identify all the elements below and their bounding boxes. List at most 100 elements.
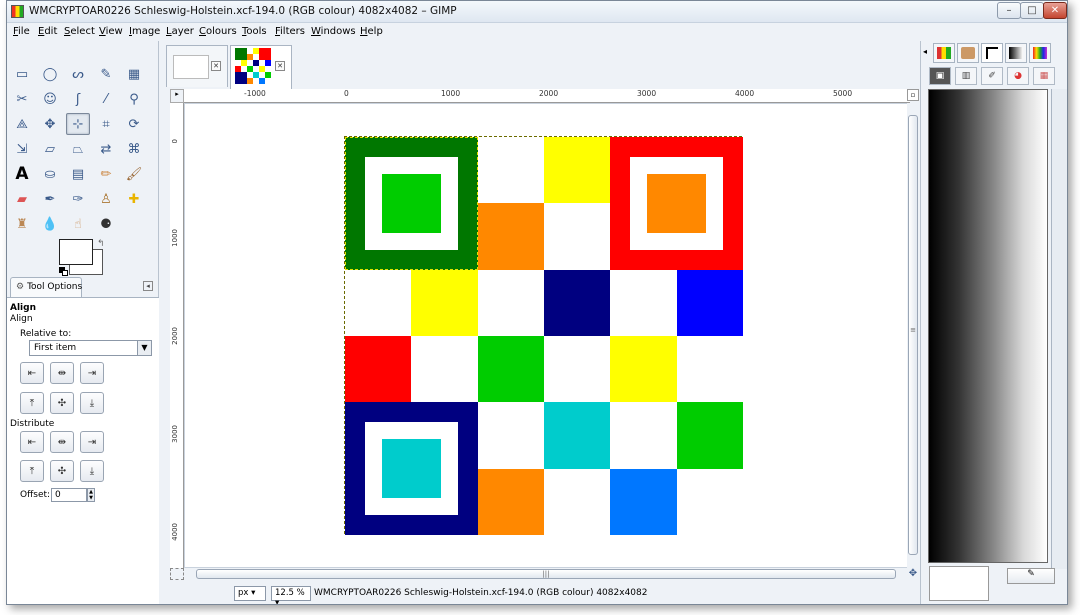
menu-layer[interactable]: Layer: [166, 26, 194, 37]
select-by-colour-tool-icon[interactable]: ▦: [122, 63, 146, 85]
flip-tool-icon[interactable]: ⇄: [94, 138, 118, 160]
paths-tool-icon[interactable]: ʃ: [66, 88, 90, 110]
blend-tool-icon[interactable]: ▤: [66, 163, 90, 185]
offset-stepper[interactable]: ▲ ▼: [87, 488, 95, 502]
scrollbar-thumb[interactable]: |||: [196, 569, 896, 579]
close-icon[interactable]: ✕: [275, 61, 285, 71]
scrollbar-thumb[interactable]: ≡: [908, 115, 918, 555]
tab-tool-options[interactable]: ⚙ Tool Options: [10, 277, 82, 297]
ellipse-select-tool-icon[interactable]: ◯: [38, 63, 62, 85]
heal-tool-icon[interactable]: ✚: [122, 188, 146, 210]
menu-image[interactable]: Image: [129, 26, 160, 37]
distribute-left-edges-button[interactable]: ⇤: [20, 431, 44, 453]
scale-tool-icon[interactable]: ⇲: [10, 138, 34, 160]
shear-tool-icon[interactable]: ▱: [38, 138, 62, 160]
rect-select-tool-icon[interactable]: ▭: [10, 63, 34, 85]
foreground-colour-swatch[interactable]: [59, 239, 93, 265]
pencil-tool-icon[interactable]: ✏: [94, 163, 118, 185]
perspective-clone-tool-icon[interactable]: ♜: [10, 213, 34, 235]
align-middle-vertical-button[interactable]: ✣: [50, 392, 74, 414]
image-tab-active[interactable]: ✕: [230, 45, 292, 89]
image-tab-untitled[interactable]: ✕: [166, 45, 228, 87]
ruler-corner[interactable]: ▸: [170, 89, 184, 103]
tab-palettes[interactable]: [1029, 43, 1051, 63]
ink-tool-icon[interactable]: ✑: [66, 188, 90, 210]
navigate-icon[interactable]: ✥: [907, 568, 919, 580]
distribute-centers-horizontal-button[interactable]: ⇹: [50, 431, 74, 453]
menu-windows[interactable]: Windows: [311, 26, 356, 37]
configure-tab-icon[interactable]: ◂: [143, 281, 153, 291]
tab-paint-dynamics[interactable]: ✐: [981, 67, 1003, 85]
measure-tool-icon[interactable]: ⟁: [10, 113, 34, 135]
fg-bg-colour-selector[interactable]: ↰: [59, 239, 107, 277]
edit-gradient-button[interactable]: ✎: [1007, 568, 1055, 584]
align-bottom-edge-button[interactable]: ⤓: [80, 392, 104, 414]
rotate-tool-icon[interactable]: ⟳: [122, 113, 146, 135]
menu-select[interactable]: Select: [64, 26, 95, 37]
horizontal-scrollbar[interactable]: |||: [184, 568, 910, 580]
horizontal-ruler[interactable]: -1000 0 1000 2000 3000 4000 5000: [184, 89, 910, 103]
fuzzy-select-tool-icon[interactable]: ✎: [94, 63, 118, 85]
distribute-right-edges-button[interactable]: ⇥: [80, 431, 104, 453]
menu-colours[interactable]: Colours: [199, 26, 237, 37]
zoom-on-resize-toggle[interactable]: ▫: [907, 89, 919, 101]
vertical-scrollbar[interactable]: ≡: [907, 103, 919, 568]
scissors-tool-icon[interactable]: ✂: [10, 88, 34, 110]
offset-input[interactable]: 0: [51, 488, 87, 502]
vertical-ruler[interactable]: 0 1000 2000 3000 4000: [170, 103, 184, 568]
zoom-select[interactable]: 12.5 % ▾: [271, 586, 311, 604]
eraser-tool-icon[interactable]: ▰: [10, 188, 34, 210]
move-tool-icon[interactable]: ✥: [38, 113, 62, 135]
tab-menu-icon[interactable]: ◂: [923, 47, 927, 56]
foreground-select-tool-icon[interactable]: ☺: [38, 88, 62, 110]
blur-tool-icon[interactable]: 💧: [38, 213, 62, 235]
distribute-bottom-edges-button[interactable]: ⤓: [80, 460, 104, 482]
swap-colours-icon[interactable]: ↰: [97, 239, 105, 249]
align-top-edge-button[interactable]: ⤒: [20, 392, 44, 414]
maximize-button[interactable]: □: [1020, 2, 1044, 19]
menu-file[interactable]: File: [13, 26, 30, 37]
gradient-preview[interactable]: [928, 89, 1048, 563]
menu-help[interactable]: Help: [360, 26, 383, 37]
image-canvas[interactable]: [344, 136, 743, 535]
align-right-edge-button[interactable]: ⇥: [80, 362, 104, 384]
tab-paths[interactable]: [981, 43, 1003, 63]
zoom-tool-icon[interactable]: ⚲: [122, 88, 146, 110]
ruler-label: 1000: [441, 89, 461, 98]
paintbrush-tool-icon[interactable]: 🖌: [122, 163, 146, 185]
colour-picker-tool-icon[interactable]: ⁄: [94, 88, 118, 110]
smudge-tool-icon[interactable]: ☝: [66, 213, 90, 235]
unit-select[interactable]: px ▾: [234, 586, 266, 601]
menu-view[interactable]: View: [99, 26, 123, 37]
tab-channels[interactable]: ▥: [955, 67, 977, 85]
menu-edit[interactable]: Edit: [38, 26, 57, 37]
quick-mask-toggle[interactable]: [170, 568, 184, 580]
relative-to-select[interactable]: First item ▼: [29, 340, 152, 356]
tab-layers[interactable]: ▣: [929, 67, 951, 85]
align-center-horizontal-button[interactable]: ⇹: [50, 362, 74, 384]
airbrush-tool-icon[interactable]: ✒: [38, 188, 62, 210]
close-icon[interactable]: ✕: [211, 61, 221, 71]
tab-gradients[interactable]: [1005, 43, 1027, 63]
cage-transform-tool-icon[interactable]: ⌘: [122, 138, 146, 160]
perspective-tool-icon[interactable]: ⏢: [66, 138, 90, 160]
tab-palette[interactable]: ▦: [1033, 67, 1055, 85]
default-colours-icon[interactable]: [59, 267, 69, 277]
bucket-fill-tool-icon[interactable]: ⛀: [38, 163, 62, 185]
free-select-tool-icon[interactable]: ᔕ: [66, 63, 90, 85]
tab-patterns[interactable]: [933, 43, 955, 63]
tab-colours[interactable]: ◕: [1007, 67, 1029, 85]
distribute-top-edges-button[interactable]: ⤒: [20, 460, 44, 482]
dodge-burn-tool-icon[interactable]: ⚈: [94, 213, 118, 235]
text-tool-icon[interactable]: A: [10, 163, 34, 185]
menu-filters[interactable]: Filters: [275, 26, 305, 37]
align-left-edge-button[interactable]: ⇤: [20, 362, 44, 384]
tab-brushes[interactable]: [957, 43, 979, 63]
menu-tools[interactable]: Tools: [242, 26, 267, 37]
clone-tool-icon[interactable]: ♙: [94, 188, 118, 210]
align-tool-icon[interactable]: ⊹: [66, 113, 90, 135]
close-button[interactable]: ✕: [1043, 2, 1067, 19]
minimize-button[interactable]: –: [997, 2, 1021, 19]
distribute-middles-vertical-button[interactable]: ✣: [50, 460, 74, 482]
crop-tool-icon[interactable]: ⌗: [94, 113, 118, 135]
